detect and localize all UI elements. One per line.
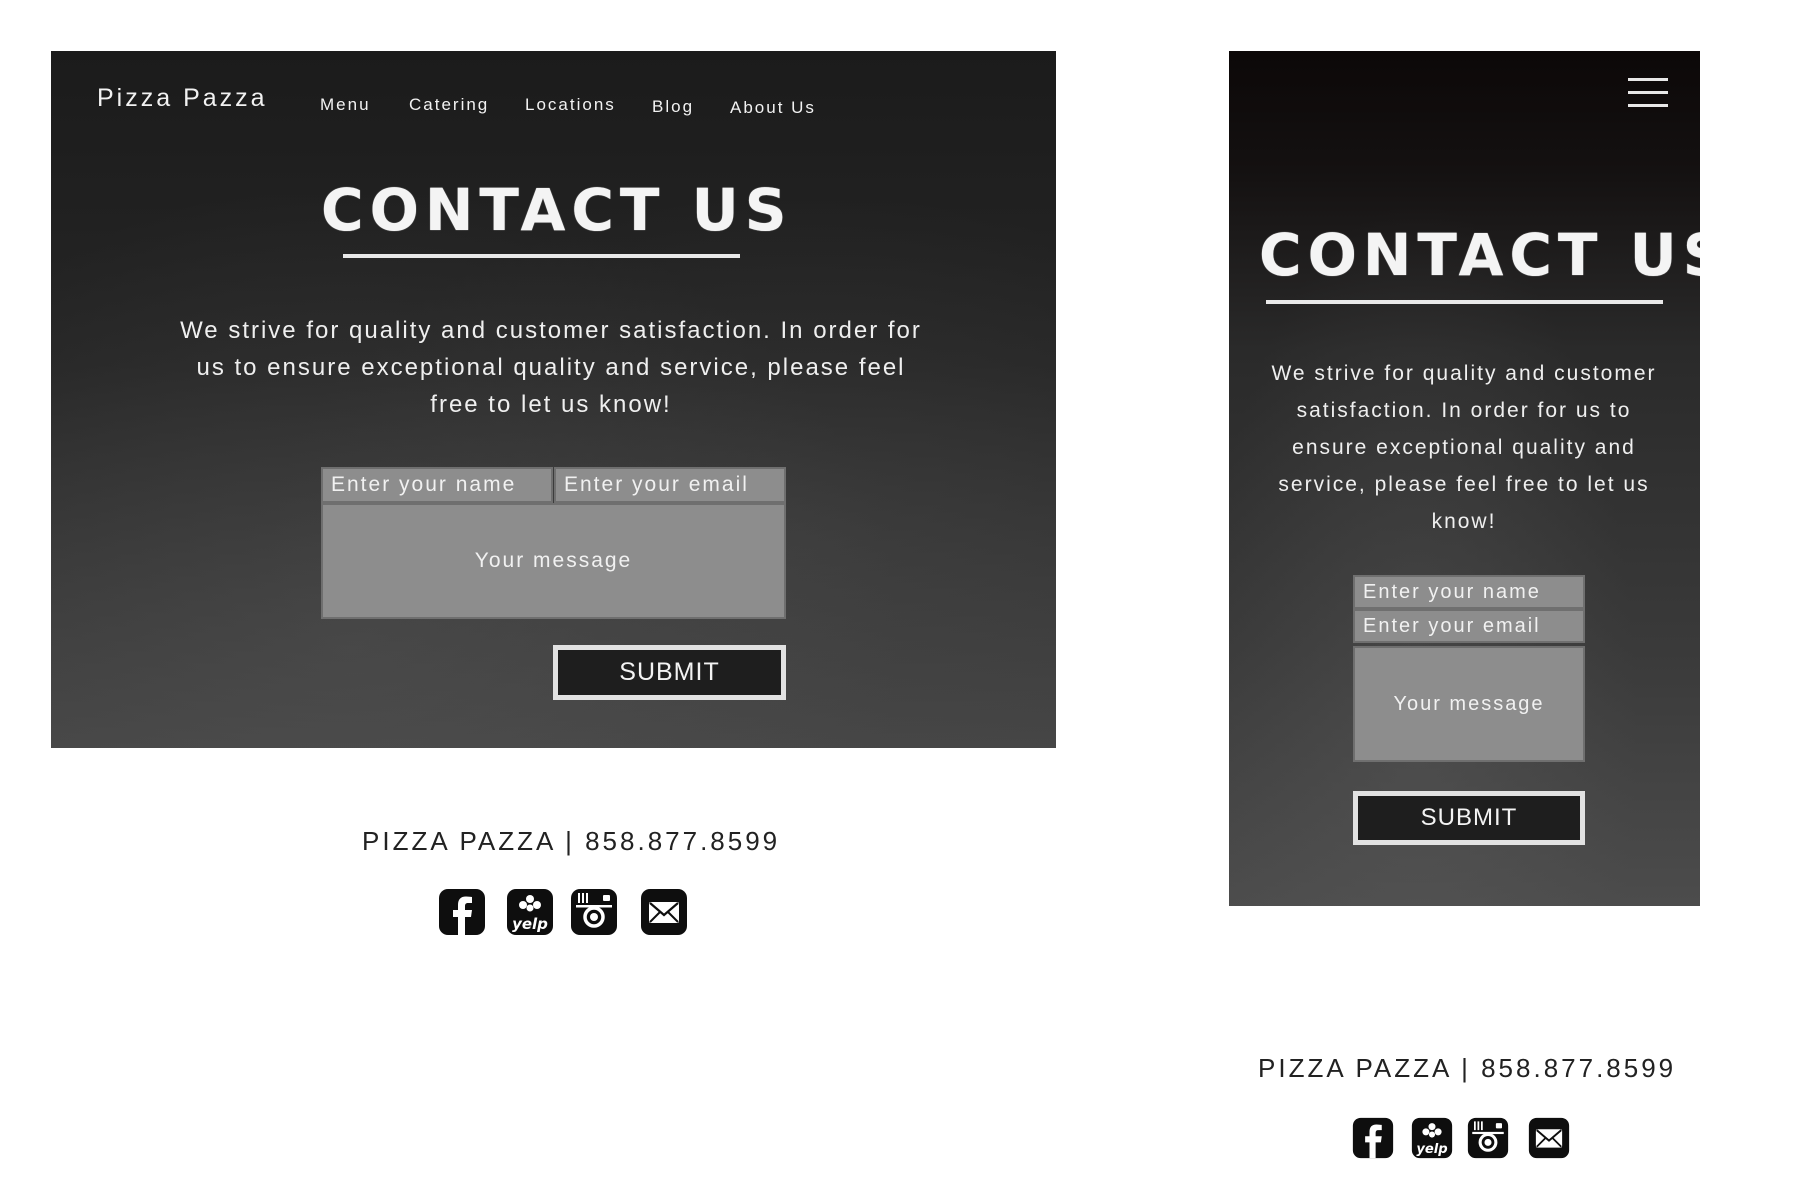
nav-item-locations[interactable]: Locations bbox=[525, 95, 616, 115]
footer-contact-line: PIZZA PAZZA | 858.877.8599 bbox=[362, 826, 781, 856]
mobile-submit-button[interactable]: SUBMIT bbox=[1353, 791, 1585, 845]
instagram-icon[interactable] bbox=[570, 888, 618, 936]
name-field[interactable]: Enter your name bbox=[321, 467, 553, 503]
submit-button[interactable]: SUBMIT bbox=[553, 645, 786, 700]
mobile-email-field[interactable]: Enter your email bbox=[1353, 609, 1585, 643]
mobile-message-field[interactable]: Your message bbox=[1353, 646, 1585, 762]
nav-item-blog[interactable]: Blog bbox=[652, 97, 694, 117]
email-field[interactable]: Enter your email bbox=[554, 467, 786, 503]
nav-item-catering[interactable]: Catering bbox=[409, 95, 489, 115]
facebook-icon[interactable] bbox=[438, 888, 486, 936]
mobile-intro-text: We strive for quality and customer satis… bbox=[1271, 362, 1657, 533]
message-field[interactable]: Your message bbox=[321, 503, 786, 619]
mobile-social-icons: yelp bbox=[1352, 1117, 1570, 1159]
brand-logo[interactable]: Pizza Pazza bbox=[97, 84, 268, 113]
page-title: CONTACT US bbox=[321, 176, 793, 244]
mobile-facebook-icon[interactable] bbox=[1352, 1117, 1394, 1159]
yelp-wordmark: yelp bbox=[512, 915, 548, 933]
mobile-contact-panel: CONTACT US We strive for quality and cus… bbox=[1229, 51, 1700, 906]
intro-text: We strive for quality and customer satis… bbox=[180, 317, 922, 418]
nav-item-menu[interactable]: Menu bbox=[320, 95, 371, 115]
social-icons: yelp bbox=[438, 888, 688, 936]
hamburger-menu-icon[interactable] bbox=[1628, 78, 1668, 108]
mobile-email-icon[interactable] bbox=[1528, 1117, 1570, 1159]
yelp-icon[interactable]: yelp bbox=[506, 888, 554, 936]
title-underline bbox=[343, 254, 740, 258]
desktop-contact-panel: Pizza Pazza Menu Catering Locations Blog… bbox=[51, 51, 1056, 748]
mobile-instagram-icon[interactable] bbox=[1467, 1117, 1509, 1159]
mobile-footer-contact-line: PIZZA PAZZA | 858.877.8599 bbox=[1258, 1053, 1677, 1083]
mobile-title-underline bbox=[1266, 300, 1663, 304]
mobile-name-field[interactable]: Enter your name bbox=[1353, 575, 1585, 609]
mobile-yelp-wordmark: yelp bbox=[1416, 1142, 1447, 1157]
mobile-yelp-icon[interactable]: yelp bbox=[1411, 1117, 1453, 1159]
email-icon[interactable] bbox=[640, 888, 688, 936]
nav-item-about-us[interactable]: About Us bbox=[730, 98, 816, 118]
mobile-page-title: CONTACT US bbox=[1259, 221, 1700, 289]
